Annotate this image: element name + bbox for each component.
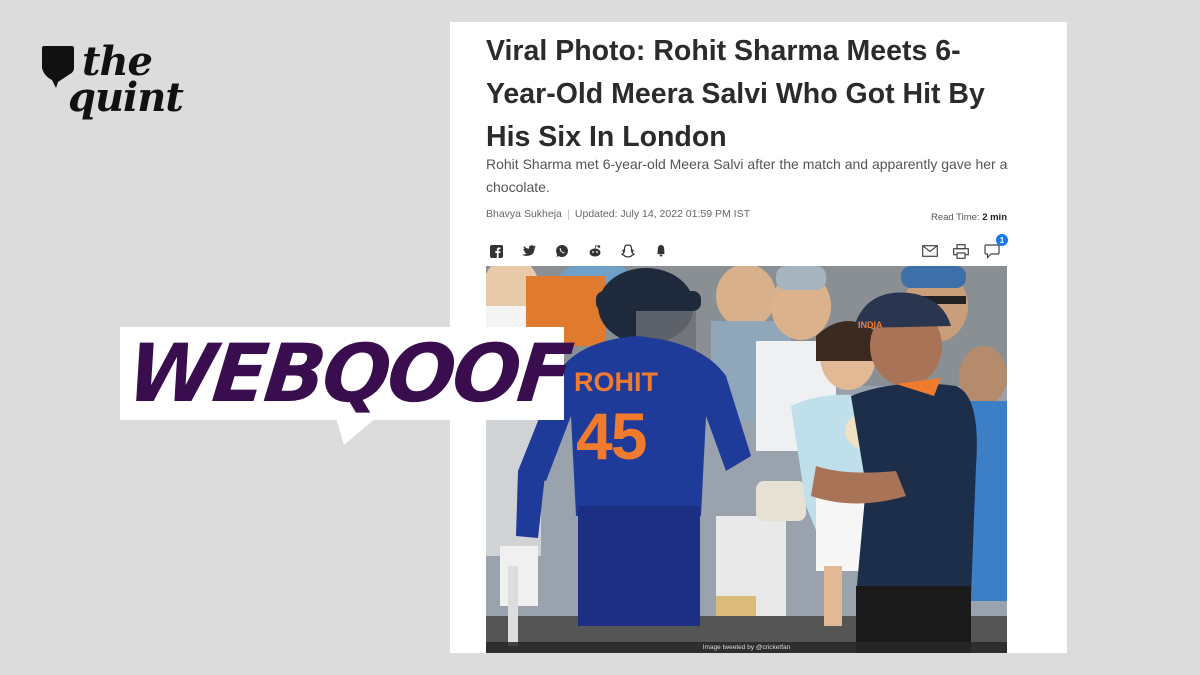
read-time-label: Read Time:: [930, 212, 980, 223]
read-time: Read Time: 2 min: [931, 212, 1007, 223]
koo-icon[interactable]: [652, 242, 670, 260]
facebook-icon[interactable]: [487, 242, 505, 260]
cricket-crowd-photo: ROHIT 45 INDIA: [486, 266, 1007, 653]
twitter-icon[interactable]: [520, 242, 538, 260]
comment-button[interactable]: 1: [983, 234, 1008, 260]
cap-text: INDIA: [858, 320, 883, 330]
read-time-value: 2 min: [982, 212, 1007, 223]
byline: Bhavya Sukheja Updated: July 14, 2022 01…: [486, 208, 750, 220]
whatsapp-icon[interactable]: [553, 242, 571, 260]
webqoof-label: WEBQOOF: [123, 327, 575, 420]
webqoof-badge-tail-icon: [336, 418, 376, 445]
comment-count-badge: 1: [996, 234, 1008, 246]
byline-divider: [567, 208, 569, 220]
logo-word-quint: quint: [68, 74, 184, 121]
author-name[interactable]: Bhavya Sukheja: [486, 208, 562, 220]
snapchat-icon[interactable]: [619, 242, 637, 260]
reddit-icon[interactable]: [586, 242, 604, 260]
jersey-number-text: 45: [576, 399, 646, 473]
print-icon[interactable]: [952, 242, 970, 260]
comment-icon: [984, 243, 1000, 259]
updated-timestamp: Updated: July 14, 2022 01:59 PM IST: [574, 208, 750, 220]
mail-icon[interactable]: [921, 242, 939, 260]
article-headline: Viral Photo: Rohit Sharma Meets 6-Year-O…: [486, 35, 985, 153]
article-photo[interactable]: ROHIT 45 INDIA Image tweeted by @cricket…: [486, 266, 1007, 653]
article-subheadline: Rohit Sharma met 6-year-old Meera Salvi …: [486, 156, 1008, 195]
jersey-name-text: ROHIT: [574, 367, 659, 397]
the-quint-logo[interactable]: the quint: [38, 40, 198, 135]
share-bar: [487, 242, 670, 260]
image-credit: Image tweeted by @cricketfan: [486, 642, 1007, 653]
article-tools: 1: [921, 234, 1008, 260]
